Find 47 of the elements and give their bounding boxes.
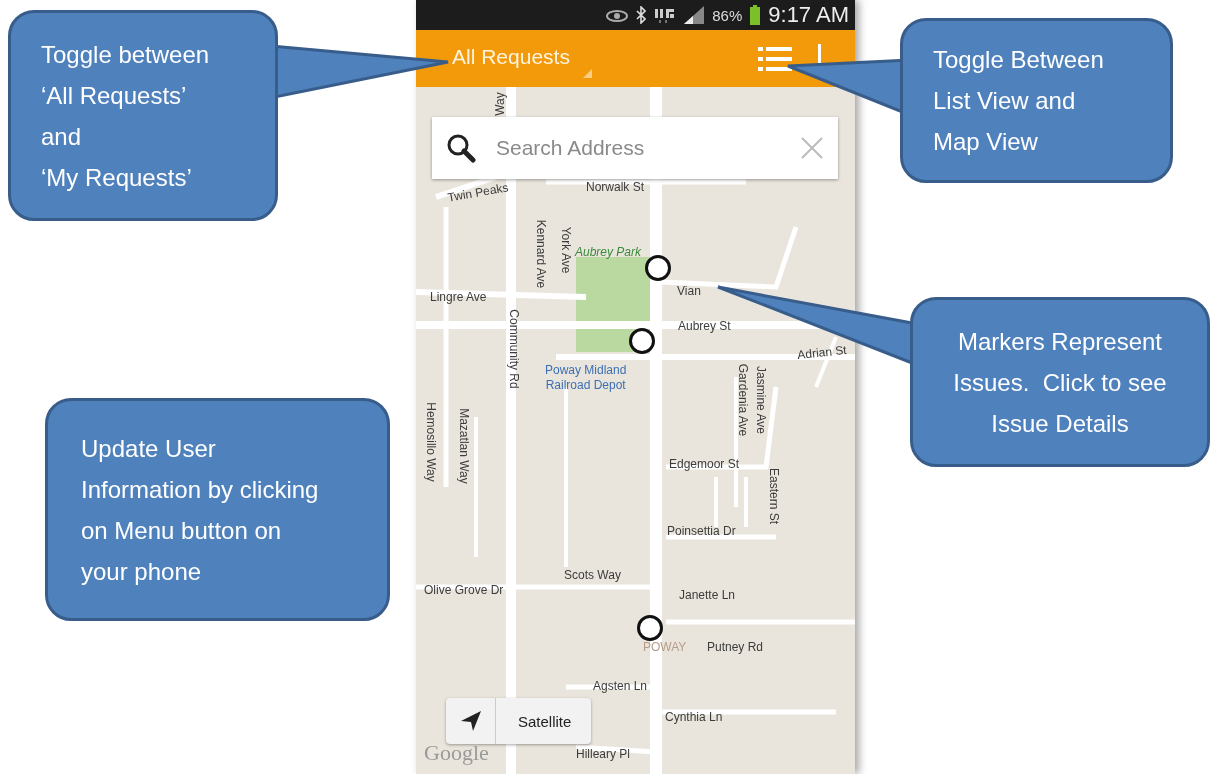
street-label: Olive Grove Dr <box>424 583 504 598</box>
street-label: Agsten Ln <box>593 679 648 694</box>
callout-text: Update User Information by clicking on Menu button on your phone <box>45 398 390 621</box>
satellite-button[interactable]: Satellite <box>496 698 592 744</box>
battery-percent: 86% <box>712 6 743 24</box>
street-label: Janette Ln <box>679 588 736 603</box>
street-label: Community Rd <box>505 309 521 389</box>
street-label: Vian <box>677 284 701 299</box>
bluetooth-icon <box>636 6 647 24</box>
location-arrow-icon <box>459 710 482 732</box>
network-icon <box>654 7 677 23</box>
street-label: Scots Way <box>564 568 621 583</box>
search-icon <box>446 133 476 163</box>
street-label: Mazatlan Way <box>455 408 471 484</box>
park-label: Aubrey Park <box>575 245 642 260</box>
street-label: Twin Peaks <box>446 180 510 206</box>
town-label: POWAY <box>643 640 687 655</box>
issue-marker[interactable] <box>637 615 663 641</box>
search-bar[interactable]: Search Address <box>432 117 838 179</box>
street-label: Hilleary Pl <box>576 747 630 762</box>
eye-icon <box>606 8 629 22</box>
issue-marker[interactable] <box>645 255 671 281</box>
street-label: Lingre Ave <box>430 290 487 305</box>
callout-text: Markers Represent Issues. Click to see Issue Details <box>910 297 1210 467</box>
street-label: Aubrey St <box>678 319 731 334</box>
street-label: Eastern St <box>765 468 781 524</box>
clock-time: 9:17 AM <box>768 2 849 28</box>
street-label: Adrian St <box>796 342 848 364</box>
street-label: Edgemoor St <box>669 457 740 472</box>
street-label: Norwalk St <box>586 180 644 195</box>
street-label: Putney Rd <box>707 640 764 655</box>
search-field[interactable]: Search Address <box>494 135 782 161</box>
map-attribution: Google <box>424 740 489 766</box>
street-label: Way <box>492 92 508 116</box>
callout-text: Toggle between ‘All Requests’ and ‘My Requests’ <box>8 10 278 221</box>
callout-text: Toggle Between List View and Map View <box>900 18 1173 183</box>
street-label: York Ave <box>557 226 573 274</box>
street-label: Poinsettia Dr <box>667 524 736 539</box>
list-view-button[interactable] <box>758 45 792 72</box>
signal-icon <box>684 6 705 24</box>
battery-icon <box>750 5 761 25</box>
place-label: Poway Midland Railroad Depot <box>545 363 627 393</box>
street-label: Jasmine Ave <box>752 366 768 434</box>
street-label: Kennard Ave <box>532 219 548 289</box>
street-label: Gardenia Ave <box>734 363 750 437</box>
street-label: Hemosillo Way <box>422 402 438 482</box>
street-label: Cynthia Ln <box>665 710 723 725</box>
